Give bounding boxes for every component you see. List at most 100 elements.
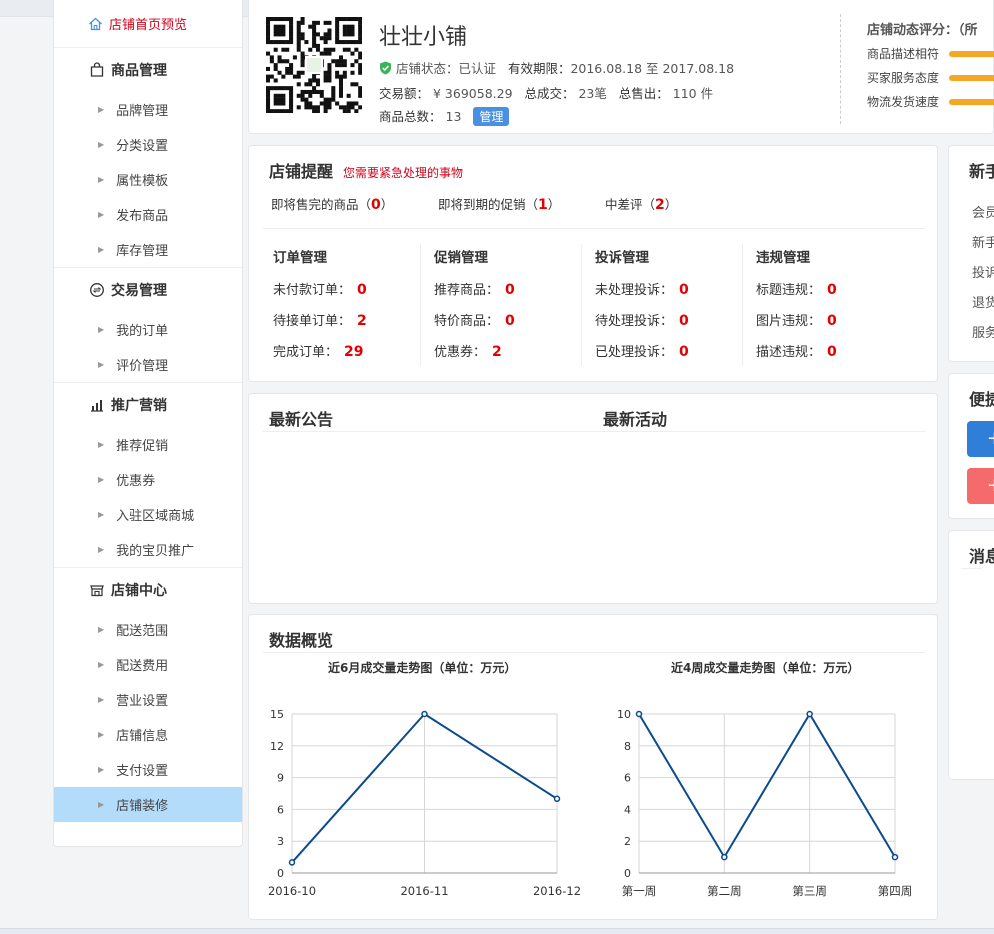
sidebar-group-title: 店铺中心 xyxy=(111,583,167,599)
shortcut-add-button[interactable]: + xyxy=(967,421,994,457)
reminder-column-title: 促销管理 xyxy=(434,250,488,266)
reminder-stat[interactable]: 推荐商品： 0 xyxy=(434,275,594,306)
reminder-item-value: 0 xyxy=(371,197,381,213)
weekly-trend-chart: 0 2 4 6 8 10 第一周 第二周 第三周 第四周 xyxy=(617,708,913,898)
reminder-stat[interactable]: 特价商品： 0 xyxy=(434,306,594,337)
reminder-column: 投诉管理 未处理投诉： 0 待处理投诉： 0 已处理投诉： 0 xyxy=(595,242,755,366)
sales-label: 交易额： xyxy=(379,86,430,101)
caret-right-icon: ▶ xyxy=(98,545,105,554)
shortcut-add-button[interactable]: + xyxy=(967,468,994,504)
home-icon xyxy=(88,17,103,31)
reminder-stat-value: 0 xyxy=(505,313,515,329)
caret-right-icon: ▶ xyxy=(98,360,105,369)
monthly-trend-chart: 0 3 6 9 12 15 2016-10 2016-11 2016-12 xyxy=(268,708,581,898)
reminder-stat[interactable]: 待接单订单： 2 xyxy=(273,306,433,337)
reminder-stat-value: 2 xyxy=(357,313,367,329)
sidebar-item[interactable]: ▶ 分类设置 xyxy=(54,127,242,162)
reminder-stat[interactable]: 标题违规： 0 xyxy=(756,275,916,306)
sidebar-item[interactable]: ▶ 入驻区域商城 xyxy=(54,497,242,532)
guide-item[interactable]: 会员 xyxy=(972,202,994,221)
x-tick-label: 2016-12 xyxy=(533,884,581,898)
sidebar-home-preview[interactable]: 店铺首页预览 xyxy=(54,0,242,48)
sidebar-item-label: 配送范围 xyxy=(116,624,169,639)
series-line xyxy=(638,712,896,860)
rating-item: 商品描述相符 xyxy=(867,47,940,61)
reminder-stat[interactable]: 已处理投诉： 0 xyxy=(595,337,755,368)
reminder-stat[interactable]: 待处理投诉： 0 xyxy=(595,306,755,337)
sidebar-item[interactable]: ▶ 推荐促销 xyxy=(54,427,242,462)
caret-right-icon: ▶ xyxy=(98,695,105,704)
exchange-icon xyxy=(88,282,105,299)
reminder-stat[interactable]: 优惠券： 2 xyxy=(434,337,594,368)
chart-title: 近6月成交量走势图（单位：万元） xyxy=(328,661,517,675)
guide-item[interactable]: 投诉 xyxy=(972,262,994,281)
reminder-stat[interactable]: 未付款订单： 0 xyxy=(273,275,433,306)
rating-title: 店铺动态评分：（所 xyxy=(867,23,978,38)
sidebar-item[interactable]: ▶ 支付设置 xyxy=(54,752,242,787)
guide-item[interactable]: 退货 xyxy=(972,292,994,311)
reminder-stat[interactable]: 完成订单： 29 xyxy=(273,337,433,368)
x-tick-label: 第四周 xyxy=(878,884,913,898)
latest-notice-title: 最新公告 xyxy=(269,410,334,429)
reminder-item[interactable]: 即将到期的促销（1） xyxy=(438,194,560,213)
reminder-item-end: ） xyxy=(664,197,678,212)
reminder-item[interactable]: 即将售完的商品（0） xyxy=(271,194,393,213)
store-name: 壮壮小铺 xyxy=(379,25,468,50)
reminder-title: 店铺提醒 您需要紧急处理的事物 xyxy=(269,158,463,182)
shortcut-title: 便捷 xyxy=(969,390,994,409)
sidebar-item[interactable]: ▶ 我的订单 xyxy=(54,312,242,347)
y-tick-label: 9 xyxy=(277,772,284,785)
x-tick-label: 第三周 xyxy=(792,884,827,898)
manage-goods-button[interactable]: 管理 xyxy=(473,107,510,126)
reminder-title-text: 店铺提醒 xyxy=(269,162,334,181)
caret-right-icon: ▶ xyxy=(98,440,105,449)
reminder-stat[interactable]: 图片违规： 0 xyxy=(756,306,916,337)
reminder-stat-value: 0 xyxy=(679,313,689,329)
store-status-value: 已认证 xyxy=(458,61,497,76)
sidebar-group-header[interactable]: 店铺中心 xyxy=(54,568,242,612)
reminder-item[interactable]: 中差评（2） xyxy=(605,194,677,213)
deals-value: 23笔 xyxy=(578,86,607,101)
x-tick-label: 第二周 xyxy=(707,884,742,898)
y-tick-label: 12 xyxy=(270,740,284,753)
y-tick-label: 2 xyxy=(624,835,631,848)
sidebar-item[interactable]: ▶ 配送范围 xyxy=(54,612,242,647)
goods-value: 13 xyxy=(445,109,462,124)
sidebar-item[interactable]: ▶ 配送费用 xyxy=(54,647,242,682)
sidebar-item[interactable]: ▶ 库存管理 xyxy=(54,232,242,267)
sidebar-item[interactable]: ▶ 属性模板 xyxy=(54,162,242,197)
reminder-stat-label: 未付款订单： xyxy=(273,283,352,298)
reminder-column-title: 订单管理 xyxy=(273,250,327,266)
column-divider xyxy=(581,244,582,366)
sidebar-group-header[interactable]: 推广营销 xyxy=(54,383,242,427)
sidebar-item[interactable]: ▶ 店铺信息 xyxy=(54,717,242,752)
sold-value: 110 件 xyxy=(672,86,714,101)
reminder-stat-label: 描述违规： xyxy=(756,345,822,360)
guide-item[interactable]: 新手 xyxy=(972,232,994,251)
shortcut-panel: 便捷 + + xyxy=(948,373,994,519)
guide-item[interactable]: 服务 xyxy=(972,322,994,341)
sidebar-group-header[interactable]: 交易管理 xyxy=(54,268,242,312)
sidebar-item[interactable]: ▶ 我的宝贝推广 xyxy=(54,532,242,567)
sidebar-item[interactable]: ▶ 发布商品 xyxy=(54,197,242,232)
store-sales-line: 交易额： ¥ 369058.29 总成交： 23笔 总售出： 110 件 xyxy=(379,83,713,102)
rating-item: 买家服务态度 xyxy=(867,71,940,85)
reminder-stat[interactable]: 描述违规： 0 xyxy=(756,337,916,368)
sidebar-group-header[interactable]: 商品管理 xyxy=(54,48,242,92)
sidebar-item[interactable]: ▶ 店铺装修 xyxy=(54,787,242,822)
sidebar-item[interactable]: ▶ 优惠券 xyxy=(54,462,242,497)
reminder-column: 订单管理未付款订单： 0 待接单订单： 2 完成订单： 29 xyxy=(273,242,433,366)
reminder-stat[interactable]: 未处理投诉： 0 xyxy=(595,275,755,306)
sidebar-group-title: 交易管理 xyxy=(111,283,167,299)
y-tick-label: 15 xyxy=(270,708,284,721)
sidebar-item[interactable]: ▶ 品牌管理 xyxy=(54,92,242,127)
sidebar-group: 店铺中心 ▶ 配送范围 ▶ 配送费用 ▶ 营业设置 ▶ 店铺信息 ▶ 支付设置 ▶ 店铺装修 xyxy=(54,567,242,822)
validity-value: 2016.08.18 至 2017.08.18 xyxy=(570,61,735,76)
store-reminder-panel: 店铺提醒 您需要紧急处理的事物 即将售完的商品（0） 即将到期的促销（1） 中差评… xyxy=(248,145,938,382)
validity-label: 有效期限： xyxy=(507,61,571,76)
sidebar-item[interactable]: ▶ 营业设置 xyxy=(54,682,242,717)
sidebar-item[interactable]: ▶ 评价管理 xyxy=(54,347,242,382)
caret-right-icon: ▶ xyxy=(98,475,105,484)
y-tick-label: 10 xyxy=(617,708,631,721)
reminder-stat-value: 0 xyxy=(827,344,837,360)
